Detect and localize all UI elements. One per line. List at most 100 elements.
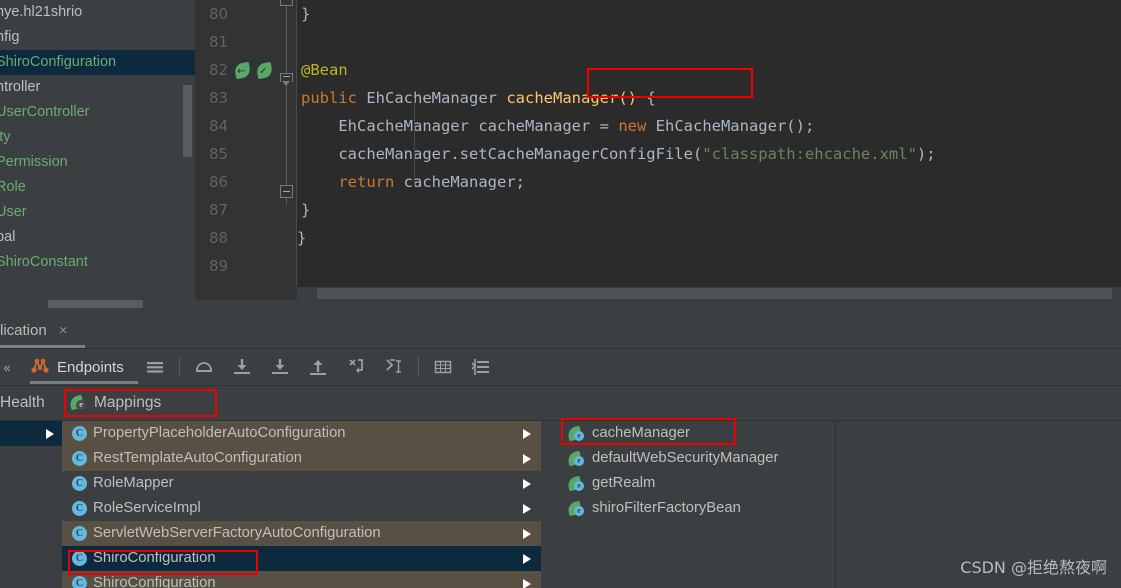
expand-arrow-icon[interactable] [523,554,531,564]
endpoints-toolbar-inner: « Endpoints [0,349,500,385]
code-line-86: return cacheManager; [297,168,1121,196]
project-tree-row[interactable]: ShiroConfiguration [0,50,195,75]
tool-window-tabbar: lication × [0,313,1121,349]
project-tree-row[interactable]: User [0,200,195,225]
project-tree-row[interactable]: Permission [0,150,195,175]
project-tree-row-label: ShiroConstant [0,254,88,270]
spring-bean-icon: e [566,425,585,442]
class-icon: C [72,426,87,441]
line-number-label: 80 [209,5,229,23]
subtab-health[interactable]: Health [0,386,45,420]
project-tree-row[interactable]: ity [0,125,195,150]
mappings-tree-row-label: ShiroConfiguration [93,550,216,566]
fold-region-end-icon[interactable] [280,185,293,198]
mappings-tree-row[interactable]: C ServletWebServerFactoryAutoConfiguratio… [62,521,541,546]
expand-arrow-icon[interactable] [523,529,531,539]
project-tree-row-label: ity [0,129,11,145]
bean-list-row[interactable]: e defaultWebSecurityManager [554,446,835,471]
mappings-gutter-row [0,521,62,546]
line-number-label: 82 [209,61,229,79]
line-number-label: 86 [209,173,229,191]
project-tree-row[interactable]: bal [0,225,195,250]
gutter-bottom-strip [195,287,297,300]
project-tree-row[interactable]: nfig [0,25,195,50]
editor-gutter[interactable]: 80 81 82 ← ✓ 83 84 85 86 87 88 89 [195,0,297,300]
mappings-gutter-row [0,471,62,496]
bean-gutter-icon-config[interactable]: ✓ [255,61,274,80]
mappings-left-gutter [0,421,62,588]
project-tree-row[interactable]: Role [0,175,195,200]
project-tree-row[interactable]: ntroller [0,75,195,100]
tool-window-tab-application[interactable]: lication × [0,313,77,348]
run-to-cursor-icon[interactable] [345,356,367,378]
project-tree-row[interactable]: ShiroConstant [0,250,195,275]
tab-endpoints-label: Endpoints [57,358,124,376]
fold-region-collapse-icon[interactable] [280,73,293,86]
mappings-tree-row-label: RoleMapper [93,475,174,491]
table-view-icon[interactable] [432,356,454,378]
project-tree-horizontal-scrollbar[interactable] [48,300,143,308]
code-line-84: EhCacheManager cacheManager = new EhCach… [297,112,1121,140]
expand-arrow-icon[interactable] [523,579,531,588]
indent-guide [414,98,415,186]
gutter-line-number: 88 [195,224,297,252]
mappings-tree[interactable]: C PropertyPlaceholderAutoConfiguration C Re… [62,421,541,588]
mappings-tree-row[interactable]: C RoleMapper [62,471,541,496]
project-tree-row-label: bal [0,229,16,245]
project-tree-row[interactable]: nye.hl21shrio [0,0,195,25]
mappings-tree-row[interactable]: C PropertyPlaceholderAutoConfiguration [62,421,541,446]
code-token-brace: } [301,5,311,23]
gutter-line-number: 87 [195,196,297,224]
bean-gutter-icon-navigate[interactable]: ← [233,61,252,80]
evaluate-expression-icon[interactable] [383,356,405,378]
code-token-return-value: cacheManager; [403,173,525,191]
code-editor[interactable]: 80 81 82 ← ✓ 83 84 85 86 87 88 89 } @Bean public Eh… [195,0,1121,313]
menu-icon[interactable] [144,356,166,378]
project-tree-row[interactable]: UserController [0,100,195,125]
class-icon: C [72,576,87,588]
endpoints-subtabs: Health e Mappings [0,386,1121,421]
bean-list-row[interactable]: e cacheManager [554,421,835,446]
editor-horizontal-scrollbar[interactable] [317,288,1112,299]
code-text[interactable]: } @Bean public EhCacheManager cacheManag… [297,0,1121,300]
step-into-icon[interactable] [231,356,253,378]
step-out-icon[interactable] [307,356,329,378]
sort-icon[interactable] [470,356,492,378]
step-over-icon[interactable] [193,356,215,378]
code-token-open-brace: { [637,89,656,107]
close-icon[interactable]: × [59,322,68,339]
overflow-chevron-icon[interactable]: « [0,360,14,375]
expand-arrow-icon[interactable] [523,454,531,464]
mappings-tree-row[interactable]: C ShiroConfiguration [62,571,541,588]
force-step-into-icon[interactable] [269,356,291,378]
project-tree-vertical-scrollbar[interactable] [183,85,192,157]
tab-endpoints[interactable]: Endpoints [20,349,138,385]
project-tree-row-label: Role [0,179,26,195]
mappings-bean-list[interactable]: e cacheManager e defaultWebSecurityManager e… [554,421,835,588]
mappings-tree-row[interactable]: C RoleServiceImpl [62,496,541,521]
expand-arrow-icon[interactable] [523,504,531,514]
mappings-tree-row[interactable]: C ShiroConfiguration [62,546,541,571]
line-number-label: 83 [209,89,229,107]
ide-window: nye.hl21shrio nfig ShiroConfiguration ntrol… [0,0,1121,588]
expand-arrow-icon[interactable] [46,429,54,439]
mappings-tree-row[interactable]: C RestTemplateAutoConfiguration [62,446,541,471]
expand-arrow-icon[interactable] [523,479,531,489]
bean-list-row[interactable]: e getRealm [554,471,835,496]
editor-area: nye.hl21shrio nfig ShiroConfiguration ntrol… [0,0,1121,313]
code-token-close-brace-method: } [301,201,311,219]
code-line-82: @Bean [297,56,1121,84]
gutter-line-numbers: 80 81 82 ← ✓ 83 84 85 86 87 88 89 [195,0,297,280]
fold-region-top-icon[interactable] [280,0,293,6]
gutter-line-number: 83 [195,84,297,112]
bean-list-row-label: cacheManager [592,425,690,441]
bean-list-row[interactable]: e shiroFilterFactoryBean [554,496,835,521]
project-tree-row-label: ShiroConfiguration [0,54,117,70]
subtab-mappings[interactable]: e Mappings [68,386,161,420]
code-line-87: } [297,196,1121,224]
line-number-label: 81 [209,33,229,51]
expand-arrow-icon[interactable] [523,429,531,439]
project-tool-window[interactable]: nye.hl21shrio nfig ShiroConfiguration ntrol… [0,0,195,313]
